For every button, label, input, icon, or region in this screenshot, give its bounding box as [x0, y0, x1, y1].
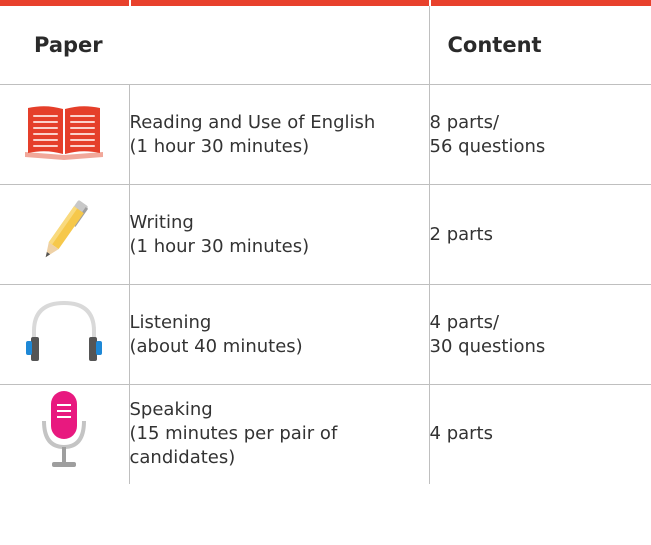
- headphones-icon: [24, 295, 104, 367]
- column-header-paper: Paper: [0, 6, 430, 85]
- open-book-icon: [23, 102, 105, 160]
- icon-cell: [0, 84, 129, 185]
- content-parts: 2 parts: [429, 223, 493, 245]
- content-questions: 30 questions: [429, 335, 546, 357]
- icon-cell: [0, 385, 129, 484]
- paper-duration-cont: candidates): [129, 447, 236, 469]
- column-header-content: Content: [428, 6, 651, 85]
- paper-name: Writing: [129, 211, 194, 233]
- table-row: Speaking (15 minutes per pair of candida…: [0, 384, 651, 484]
- paper-name-cell: Reading and Use of English (1 hour 30 mi…: [128, 84, 430, 185]
- content-parts: 4 parts/: [429, 311, 500, 333]
- pen-icon: [34, 193, 94, 269]
- paper-name-cell: Speaking (15 minutes per pair of candida…: [128, 384, 430, 484]
- table-row: Reading and Use of English (1 hour 30 mi…: [0, 84, 651, 185]
- content-questions: 56 questions: [429, 135, 546, 157]
- paper-name: Speaking: [129, 399, 213, 421]
- content-cell: 4 parts/ 30 questions: [428, 284, 651, 385]
- content-cell: 8 parts/ 56 questions: [428, 84, 651, 185]
- table-row: Listening (about 40 minutes) 4 parts/ 30…: [0, 284, 651, 385]
- paper-duration: (about 40 minutes): [129, 335, 303, 357]
- table-row: Writing (1 hour 30 minutes) 2 parts: [0, 184, 651, 285]
- content-parts: 4 parts: [429, 423, 493, 445]
- paper-name-cell: Writing (1 hour 30 minutes): [128, 184, 430, 285]
- exam-papers-table: Paper Content Reading and Use of English…: [0, 6, 651, 484]
- content-parts: 8 parts/: [429, 111, 500, 133]
- content-cell: 2 parts: [428, 184, 651, 285]
- content-cell: 4 parts: [428, 384, 651, 484]
- paper-duration: (1 hour 30 minutes): [129, 235, 310, 257]
- paper-name-cell: Listening (about 40 minutes): [128, 284, 430, 385]
- paper-duration: (1 hour 30 minutes): [129, 135, 310, 157]
- icon-cell: [0, 184, 129, 285]
- microphone-icon: [34, 389, 94, 473]
- paper-duration: (15 minutes per pair of: [129, 423, 338, 445]
- table-header-row: Paper Content: [0, 6, 651, 85]
- paper-name: Listening: [129, 311, 212, 333]
- icon-cell: [0, 284, 129, 385]
- paper-name: Reading and Use of English: [129, 111, 376, 133]
